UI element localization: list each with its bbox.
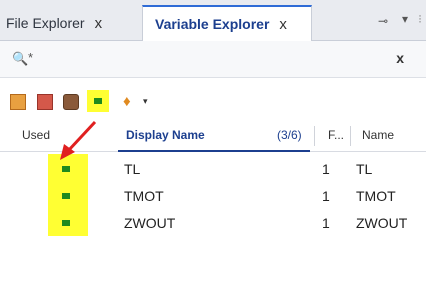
annotation-arrow	[60, 120, 97, 160]
